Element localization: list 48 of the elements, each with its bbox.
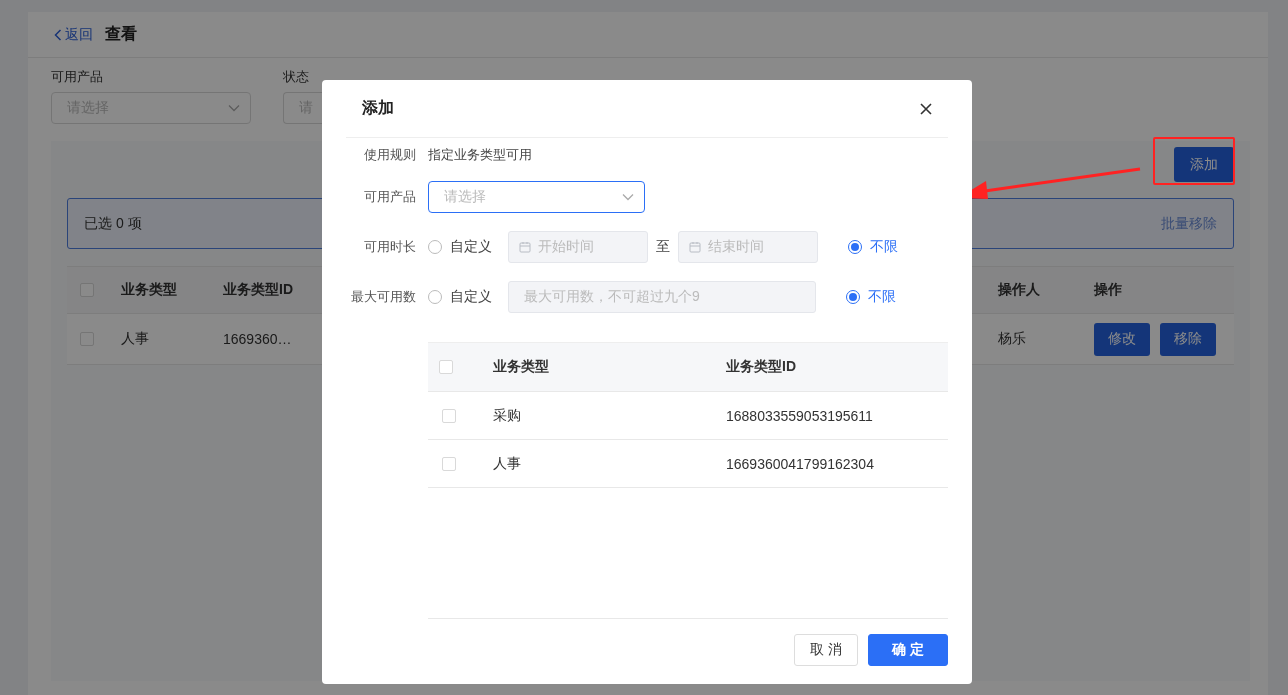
filter-label: 状态 bbox=[283, 68, 310, 86]
radio-option[interactable]: 自定义 bbox=[428, 238, 492, 256]
column-header: 业务类型 bbox=[121, 281, 177, 299]
row-action-button[interactable]: 移除 bbox=[1160, 322, 1216, 356]
checkbox[interactable] bbox=[442, 408, 456, 423]
table-cell: 1669360… bbox=[223, 331, 292, 347]
chevron-down-icon bbox=[622, 193, 634, 201]
field-label: 使用规则 bbox=[363, 146, 416, 164]
selection-count: 已选 0 项 bbox=[84, 214, 142, 233]
product-select[interactable]: 请选择 bbox=[428, 181, 645, 213]
radio-option[interactable]: 不限 bbox=[846, 288, 896, 306]
add-button[interactable]: 添加 bbox=[1174, 147, 1234, 182]
dialog-title: 添加 bbox=[362, 98, 394, 118]
column-header: 业务类型ID bbox=[223, 281, 293, 299]
calendar-icon bbox=[519, 241, 531, 253]
checkbox[interactable] bbox=[439, 360, 453, 374]
column-header: 业务类型ID bbox=[726, 358, 796, 376]
page-title: 查看 bbox=[105, 24, 137, 44]
checkbox[interactable] bbox=[442, 456, 456, 471]
radio-option[interactable]: 不限 bbox=[848, 238, 898, 256]
column-header: 操作 bbox=[1094, 281, 1122, 299]
close-icon[interactable] bbox=[920, 102, 932, 115]
range-separator: 至 bbox=[656, 238, 670, 256]
end-date-field[interactable]: 结束时间 bbox=[678, 231, 818, 263]
table-cell: 采购 bbox=[493, 406, 521, 425]
table-cell: 1669360041799162304 bbox=[726, 455, 874, 472]
cancel-button[interactable]: 取消 bbox=[794, 634, 858, 666]
table-cell: 杨乐 bbox=[998, 330, 1026, 348]
chevron-left-icon bbox=[54, 28, 62, 41]
back-link[interactable]: 返回 bbox=[54, 25, 93, 44]
chevron-down-icon bbox=[228, 104, 240, 112]
column-header: 操作人 bbox=[998, 281, 1040, 299]
table-cell: 1688033559053195611 bbox=[726, 407, 873, 424]
radio-option[interactable]: 自定义 bbox=[428, 288, 492, 306]
field-value: 指定业务类型可用 bbox=[428, 146, 533, 164]
row-action-button[interactable]: 修改 bbox=[1094, 322, 1150, 356]
filter-label: 可用产品 bbox=[51, 68, 104, 86]
field-label: 可用产品 bbox=[363, 188, 416, 206]
table-cell: 人事 bbox=[121, 330, 149, 348]
confirm-button[interactable]: 确定 bbox=[868, 634, 948, 666]
bulk-remove-link[interactable]: 批量移除 bbox=[1161, 214, 1217, 233]
start-date-field[interactable]: 开始时间 bbox=[508, 231, 648, 263]
max-count-field[interactable]: 最大可用数，不可超过九个9 bbox=[508, 281, 816, 313]
table-cell: 人事 bbox=[493, 454, 521, 473]
field-label: 最大可用数 bbox=[350, 288, 416, 306]
calendar-icon bbox=[689, 241, 701, 253]
field-label: 可用时长 bbox=[363, 238, 416, 256]
column-header: 业务类型 bbox=[493, 358, 549, 376]
